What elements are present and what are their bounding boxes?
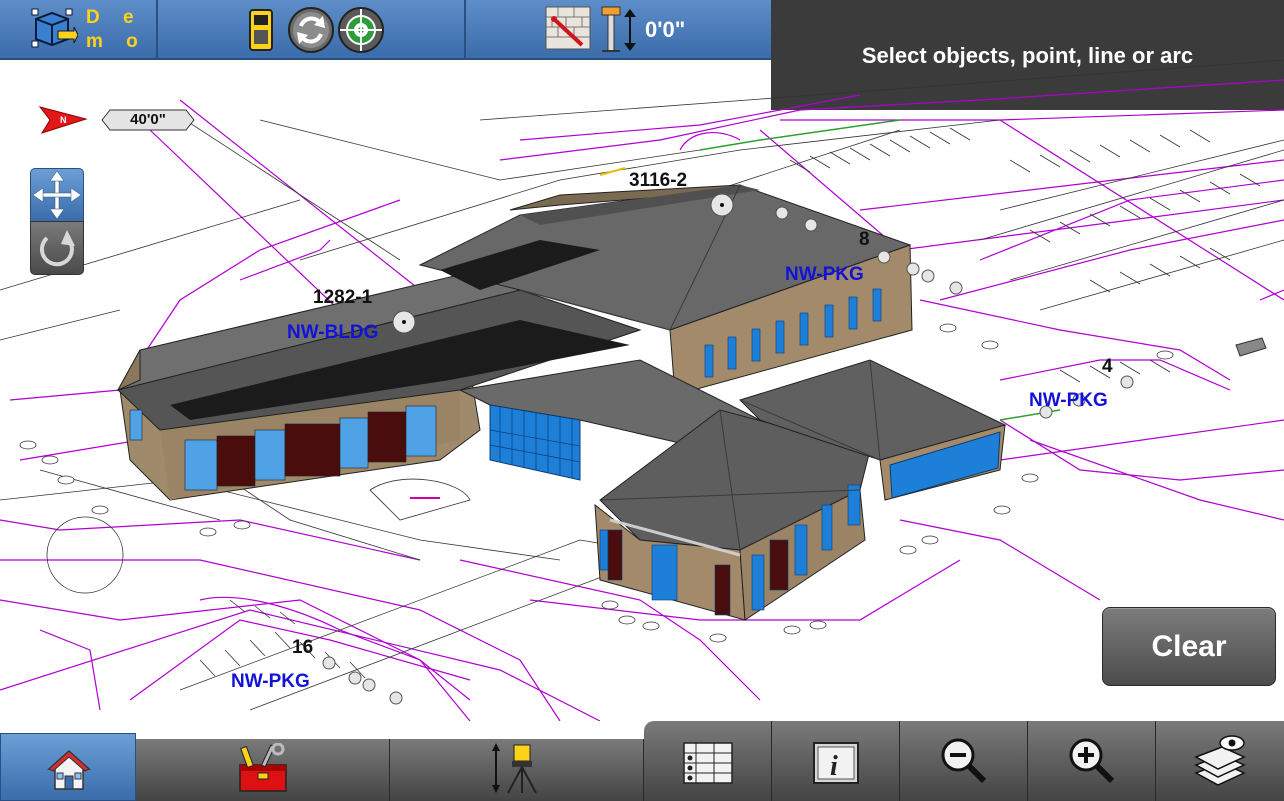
table-list-button[interactable]	[644, 721, 772, 801]
total-station-icon	[492, 743, 537, 794]
rotate-icon	[39, 230, 75, 267]
toolbar-divider	[464, 0, 466, 58]
cube-select-icon[interactable]	[28, 5, 79, 53]
point-label-8: 8	[859, 229, 870, 250]
target-icon[interactable]	[337, 6, 385, 54]
toolbox-button[interactable]	[136, 739, 390, 801]
pan-arrows-icon	[32, 170, 82, 220]
zoom-out-icon	[941, 738, 987, 784]
layer-label-nw-pkg: NW-PKG	[1029, 390, 1108, 411]
point-label-16: 16	[292, 637, 314, 658]
wall-measure-icon[interactable]	[544, 5, 592, 53]
rotate-button[interactable]	[30, 221, 84, 275]
clear-button[interactable]: Clear	[1102, 607, 1276, 686]
pan-button[interactable]	[30, 168, 84, 222]
level-elevation-icon[interactable]	[600, 5, 640, 55]
toolbox-icon	[239, 743, 287, 792]
elevation-readout: 0'0"	[645, 17, 686, 42]
layer-label-nw-pkg: NW-PKG	[785, 264, 864, 285]
layers-button[interactable]	[1156, 721, 1284, 801]
zoom-out-button[interactable]	[900, 721, 1028, 801]
svg-text:N: N	[60, 115, 67, 125]
svg-text:i: i	[830, 751, 838, 782]
layer-label-nw-bldg: NW-BLDG	[287, 322, 379, 343]
scale-badge: 40'0"	[100, 109, 196, 131]
toolbar-divider	[156, 0, 158, 58]
scale-value: 40'0"	[130, 111, 166, 128]
point-label-3116-2: 3116-2	[629, 170, 688, 191]
cad-viewport[interactable]: N 40'0" 3116-2 8 NW-PKG 1282-1 NW-BLDG 4…	[0, 60, 1284, 721]
point-label-1282-1: 1282-1	[313, 287, 373, 308]
layout-device-icon[interactable]	[244, 6, 278, 54]
demo-mode-label: D e m o	[86, 6, 147, 54]
demo-line-1: D e	[86, 7, 143, 28]
zoom-in-icon	[1069, 738, 1115, 784]
bottom-toolbar: i	[0, 721, 1284, 801]
layer-label-nw-pkg: NW-PKG	[231, 671, 310, 692]
home-button[interactable]	[0, 733, 136, 801]
top-toolbar: D e m o 0'0"	[0, 0, 771, 60]
home-icon	[47, 749, 91, 790]
info-icon: i	[813, 742, 859, 784]
layers-icon	[1194, 735, 1246, 786]
north-arrow-icon: N	[38, 105, 88, 135]
demo-line-2: m o	[86, 31, 147, 52]
refresh-icon[interactable]	[287, 6, 335, 54]
zoom-in-button[interactable]	[1028, 721, 1156, 801]
station-setup-button[interactable]	[390, 739, 644, 801]
table-list-icon	[683, 742, 733, 784]
info-button[interactable]: i	[772, 721, 900, 801]
point-label-4: 4	[1102, 356, 1113, 377]
